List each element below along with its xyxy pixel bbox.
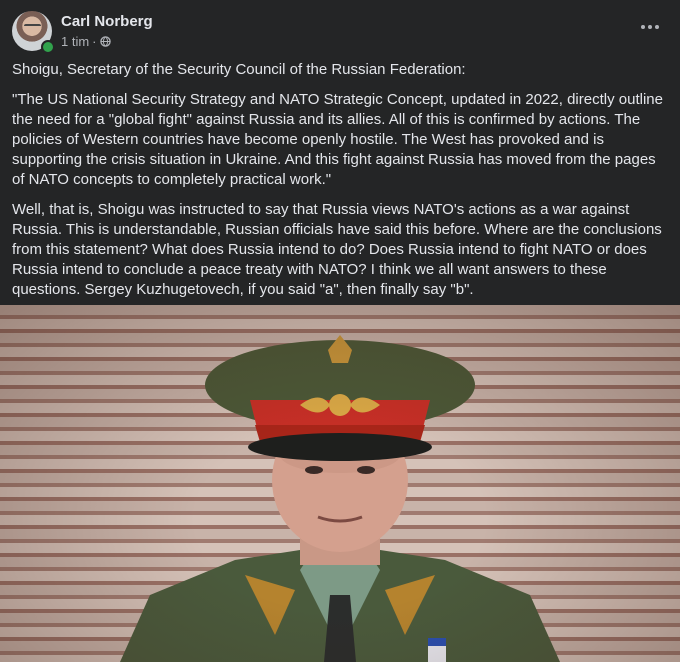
- avatar-glasses: [24, 24, 41, 30]
- post-paragraph: Shoigu, Secretary of the Security Counci…: [12, 61, 466, 78]
- post-timestamp[interactable]: 1 tim: [61, 34, 89, 49]
- more-dot: [648, 25, 652, 29]
- photo-shade: [0, 305, 680, 662]
- post-paragraph: "The US National Security Strategy and N…: [12, 91, 663, 188]
- author-name[interactable]: Carl Norberg: [61, 13, 153, 30]
- post-meta: 1 tim ·: [61, 34, 111, 49]
- avatar[interactable]: [12, 11, 55, 54]
- post-text: Shoigu, Secretary of the Security Counci…: [12, 60, 668, 310]
- more-options-button[interactable]: [638, 15, 662, 39]
- more-dot: [641, 25, 645, 29]
- more-dot: [655, 25, 659, 29]
- globe-icon[interactable]: [99, 36, 111, 47]
- post-header: Carl Norberg 1 tim ·: [12, 11, 668, 54]
- post-paragraph: Well, that is, Shoigu was instructed to …: [12, 201, 662, 298]
- meta-separator: ·: [92, 34, 97, 49]
- online-status-icon: [41, 40, 55, 54]
- post-photo[interactable]: [0, 305, 680, 662]
